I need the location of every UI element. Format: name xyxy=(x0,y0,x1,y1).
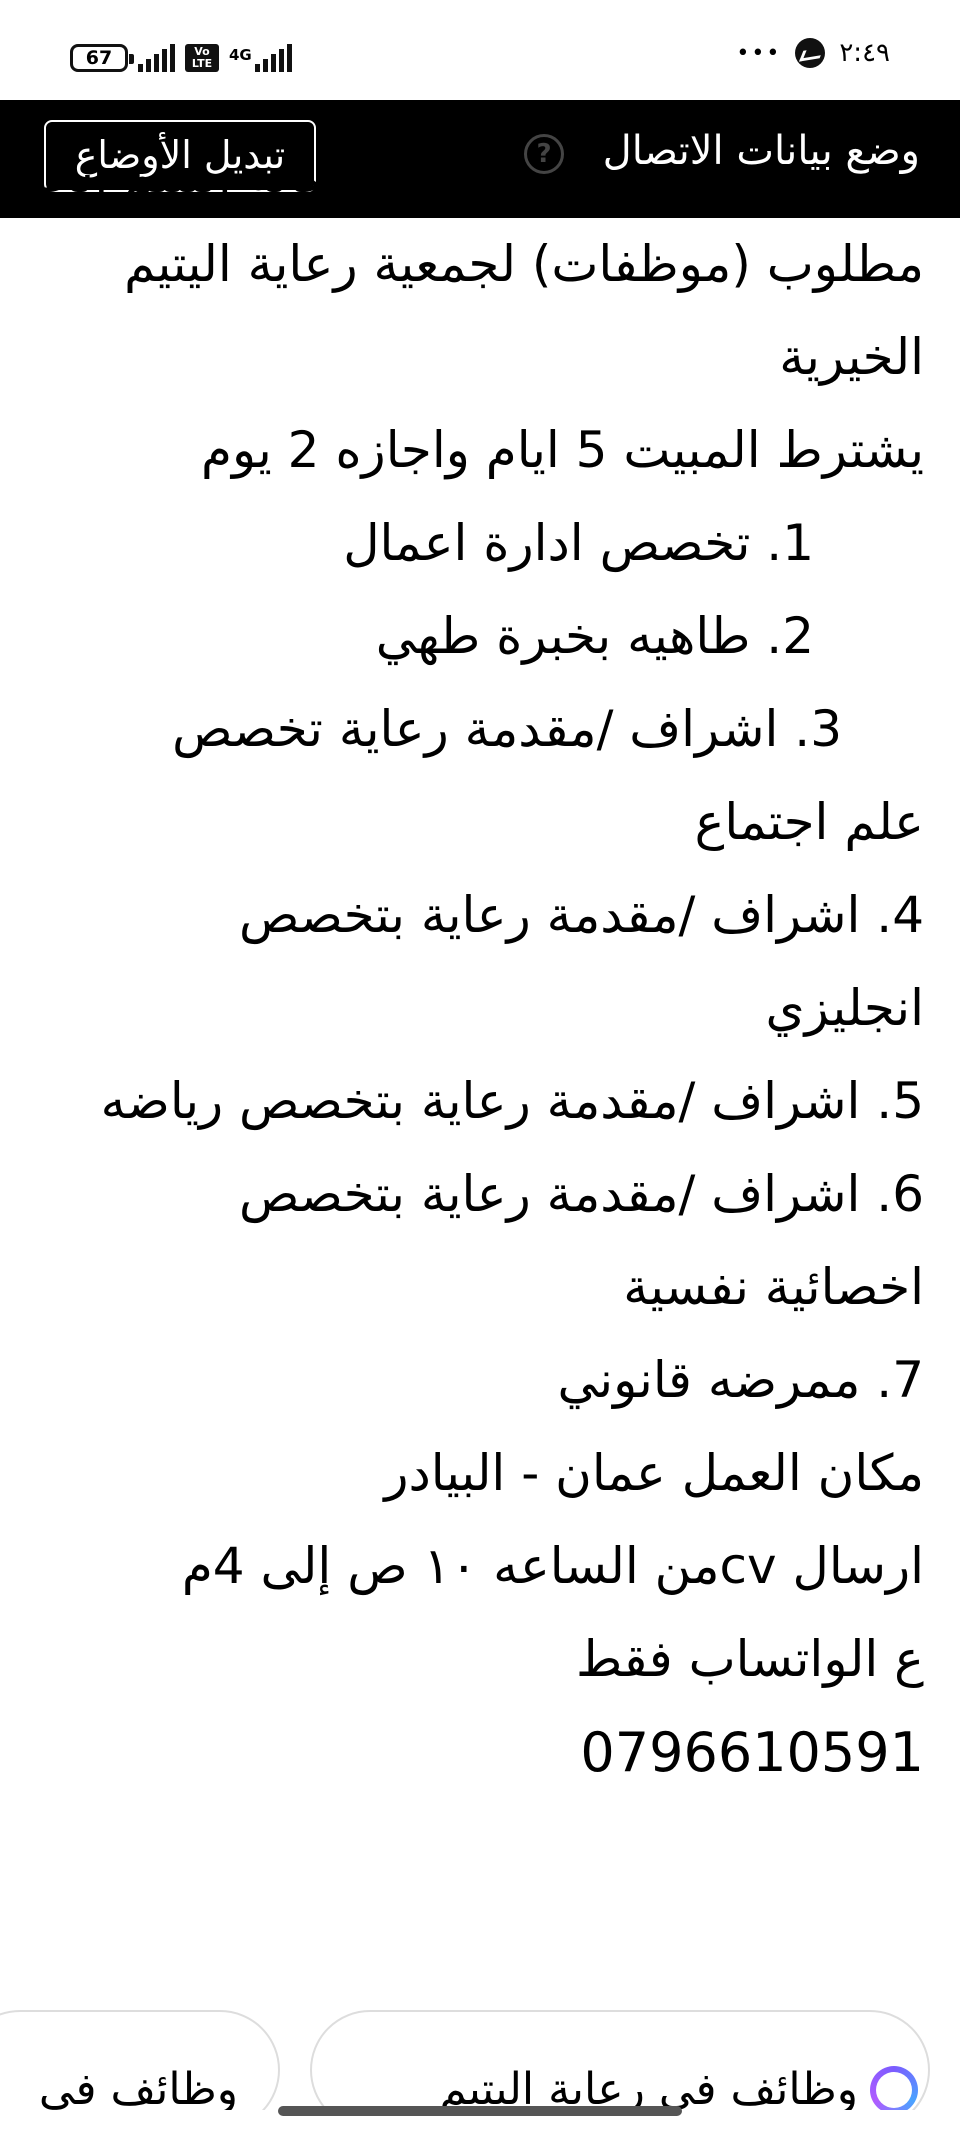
assistant-ring-icon xyxy=(870,2066,918,2110)
signal-icon xyxy=(138,44,175,72)
list-item: 7. ممرضه قانوني xyxy=(557,1351,924,1409)
banner-title: وضع بيانات الاتصال xyxy=(602,128,920,174)
list-item: 1. تخصص ادارة اعمال xyxy=(343,514,814,572)
messenger-icon xyxy=(795,38,826,68)
battery-icon: 67 xyxy=(70,44,134,72)
suggestion-chip-label: وظائف في رعاية اليتيم xyxy=(439,2064,858,2110)
volte-icon: Vo LTE xyxy=(185,44,219,72)
list-item: 2. طاهيه بخبرة طهي xyxy=(375,607,814,665)
article-content: مطلوب (موظفات) لجمعية رعاية اليتيم الخير… xyxy=(24,218,924,1799)
phone-number[interactable]: 0796610591 xyxy=(24,1706,924,1799)
status-icons-left: 67 Vo LTE 4G xyxy=(70,44,292,72)
suggestion-chips: وظائف في رعاية اليتيم وظائف في xyxy=(0,2010,960,2110)
article-line: يشترط المبيت 5 ايام واجازه 2 يوم xyxy=(201,421,924,479)
list-item: 4. اشراف /مقدمة رعاية بتخصص xyxy=(239,886,924,944)
clock: ٢:٤٩ xyxy=(839,38,890,68)
article-line: اخصائية نفسية xyxy=(623,1258,924,1316)
article-line: علم اجتماع xyxy=(694,793,924,851)
help-icon[interactable]: ? xyxy=(524,134,564,174)
article-line: انجليزي xyxy=(765,979,924,1037)
article-line: الخيرية xyxy=(779,328,924,386)
article-line: ارسال cvمن الساعه ١٠ ص إلى 4م xyxy=(181,1537,924,1595)
signal-bars-2-icon xyxy=(254,44,292,72)
list-item: 5. اشراف /مقدمة رعاية بتخصص رياضه xyxy=(100,1072,924,1130)
suggestion-chip-label: وظائف في xyxy=(38,2064,238,2110)
hidden-line-under-banner: مطلوب (موظفات) لجمعية رعاية اليتيم الخير… xyxy=(0,175,924,204)
article-line: مطلوب (موظفات) لجمعية رعاية اليتيم xyxy=(124,235,924,293)
article-line: مكان العمل عمان - البيادر xyxy=(384,1444,924,1502)
status-icons-right: ••• ٢:٤٩ xyxy=(736,38,890,68)
list-item: 3. اشراف /مقدمة رعاية تخصص xyxy=(172,700,842,758)
home-indicator[interactable] xyxy=(278,2106,682,2116)
signal-4g-icon: 4G xyxy=(229,46,252,64)
list-item: 6. اشراف /مقدمة رعاية بتخصص xyxy=(239,1165,924,1223)
article-line: ع الواتساب فقط xyxy=(576,1630,924,1688)
suggestion-chip[interactable]: وظائف في رعاية اليتيم xyxy=(310,2010,930,2110)
status-bar: 67 Vo LTE 4G ••• ٢:٤٩ xyxy=(0,0,960,100)
more-notifications-icon: ••• xyxy=(736,40,782,66)
suggestion-chip[interactable]: وظائف في xyxy=(0,2010,280,2110)
